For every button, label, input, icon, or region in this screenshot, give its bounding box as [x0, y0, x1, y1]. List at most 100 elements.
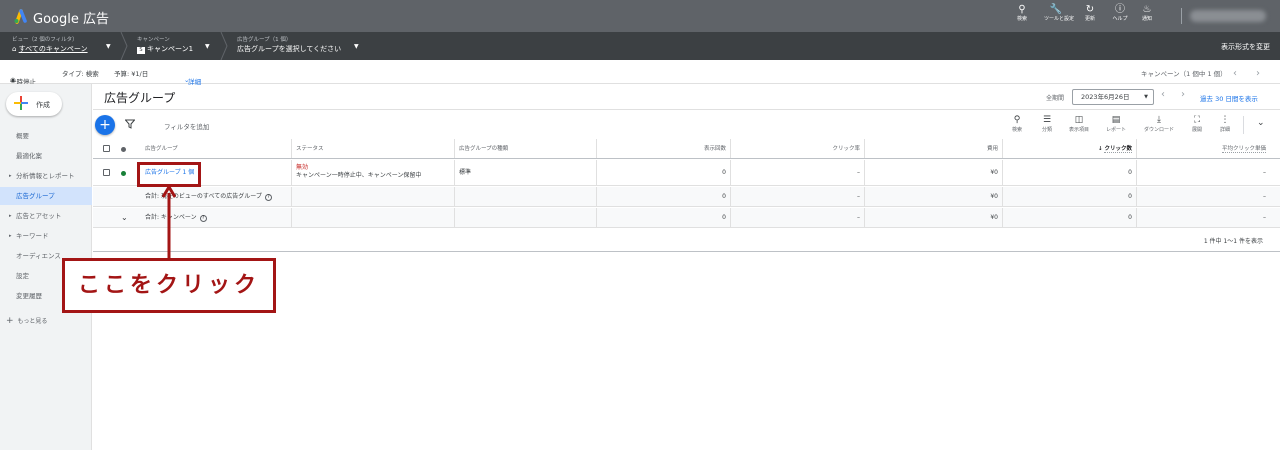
date-preset-link[interactable]: 過去 30 日間を表示	[1200, 93, 1258, 103]
date-next-icon[interactable]: ›	[1181, 89, 1185, 100]
table-bottom-border	[93, 251, 1280, 252]
add-adgroup-button[interactable]: +	[95, 115, 115, 135]
sidebar-item-label: キーワード	[16, 232, 49, 240]
expand-arrow-icon: ▸	[9, 233, 12, 239]
view-dropdown-caret[interactable]: ▼	[106, 43, 111, 50]
header-cost[interactable]: 費用	[864, 139, 1002, 158]
help-icon[interactable]: ?	[264, 194, 272, 201]
segment-icon: ☰	[1042, 115, 1052, 125]
topbar-divider	[1181, 8, 1182, 24]
create-button[interactable]: 作成	[6, 92, 62, 116]
highlight-box	[137, 162, 201, 187]
top-refresh-button[interactable]: ↻ 更新	[1078, 4, 1102, 22]
top-tools-label: ツールと設定	[1044, 16, 1075, 22]
impressions-cell: 0	[596, 160, 730, 185]
breadcrumb-view-caption: ビュー（2 個のフィルタ）	[12, 37, 78, 43]
account-info-blurred[interactable]	[1190, 10, 1266, 22]
details-toggle[interactable]: ⌄ 詳細	[184, 68, 201, 86]
sidebar-item-label: オーディエンス	[16, 252, 61, 260]
row-select	[93, 160, 137, 185]
sidebar-item-overview[interactable]: 概要	[0, 127, 92, 145]
sidebar-item-recommendations[interactable]: 最適化案	[0, 147, 92, 165]
top-refresh-label: 更新	[1084, 16, 1095, 22]
total-impressions-cell: 0	[596, 187, 730, 206]
total-impressions-cell: 0	[596, 208, 730, 227]
header-avg-cpc[interactable]: 平均クリック単価	[1136, 139, 1270, 158]
adgroup-dropdown-caret[interactable]: ▼	[354, 43, 359, 50]
help-icon: ⓘ	[1115, 4, 1125, 15]
tool-more-label: 詳細	[1219, 127, 1230, 133]
filter-icon[interactable]	[125, 119, 135, 129]
tool-search-label: 検索	[1011, 127, 1022, 133]
sidebar-item-ads-assets[interactable]: ▸ 広告とアセット	[0, 207, 92, 225]
tool-segment-button[interactable]: ☰ 分類	[1032, 114, 1062, 133]
total-cost-cell: ¥0	[864, 187, 1002, 206]
top-search-button[interactable]: ⚲ 検索	[1010, 4, 1034, 22]
header-ctr[interactable]: クリック率	[730, 139, 864, 158]
select-all-checkbox[interactable]	[103, 145, 110, 152]
next-campaign-icon[interactable]: ›	[1256, 68, 1260, 79]
top-notifications-button[interactable]: ♨ 通知	[1135, 4, 1159, 22]
total-row-campaign: ⌄ 合計: キャンペーン? 0 – ¥0 0 –	[93, 208, 1280, 228]
tool-download-button[interactable]: ⤓ ダウンロード	[1144, 114, 1174, 133]
breadcrumb-campaign[interactable]: キャンペーン S キャンペーン1	[137, 36, 193, 55]
total-avg-cpc-cell: –	[1136, 187, 1270, 206]
top-tools-button[interactable]: 🔧 ツールと設定	[1044, 4, 1075, 22]
top-help-button[interactable]: ⓘ ヘルプ	[1108, 4, 1132, 22]
header-clicks[interactable]: ↓ クリック数	[1002, 139, 1136, 158]
tool-report-label: レポート	[1105, 127, 1126, 133]
header-adgroup[interactable]: 広告グループ	[141, 139, 291, 158]
total-clicks-cell: 0	[1002, 187, 1136, 206]
tool-search-button[interactable]: ⚲ 検索	[1002, 114, 1032, 133]
breadcrumb-view[interactable]: ビュー（2 個のフィルタ） ⌂ すべてのキャンペーン	[12, 36, 88, 55]
collapse-chevron-icon[interactable]: ⌄	[1257, 118, 1265, 128]
sidebar-item-adgroups[interactable]: 広告グループ	[0, 187, 92, 205]
breadcrumb-adgroup[interactable]: 広告グループ（1 個） 広告グループを選択してください	[237, 36, 341, 55]
tool-report-button[interactable]: ▤ レポート	[1101, 114, 1131, 133]
tool-expand-button[interactable]: ⛶ 展開	[1182, 114, 1212, 133]
show-more-label: もっと見る	[17, 318, 48, 325]
date-range-picker[interactable]: 2023年6月26日 ▼	[1072, 89, 1154, 105]
add-filter-input[interactable]: フィルタを追加	[164, 121, 209, 131]
clicks-cell: 0	[1002, 160, 1136, 185]
prev-campaign-icon[interactable]: ‹	[1233, 68, 1237, 79]
more-icon: ⋮	[1220, 115, 1230, 125]
status-enabled-icon[interactable]	[121, 171, 126, 176]
expand-totals-icon[interactable]: ⌄	[93, 208, 141, 227]
search-icon: ⚲	[1013, 115, 1021, 125]
breadcrumb-view-label: すべてのキャンペーン	[18, 45, 88, 53]
row-checkbox[interactable]	[103, 169, 110, 176]
tool-more-button[interactable]: ⋮ 詳細	[1210, 114, 1240, 133]
total-type-cell	[454, 187, 596, 206]
table-row: 広告グループ 1 個 無効 キャンペーン一時停止中、キャンペーン保留中 標準 0…	[93, 160, 1280, 186]
status-dot-icon	[121, 147, 126, 152]
campaign-dropdown-caret[interactable]: ▼	[205, 43, 210, 50]
refresh-icon: ↻	[1085, 4, 1095, 15]
create-label: 作成	[36, 101, 50, 109]
change-view-mode-link[interactable]: 表示形式を変更	[1221, 42, 1270, 52]
sidebar-item-insights[interactable]: ▸ 分析情報とレポート	[0, 167, 92, 185]
date-prev-icon[interactable]: ‹	[1161, 89, 1165, 100]
breadcrumb-chevron-icon	[120, 32, 128, 60]
help-icon[interactable]: ?	[199, 215, 207, 222]
tool-columns-button[interactable]: ◫ 表示項目	[1064, 114, 1094, 133]
tools-icon: 🔧	[1049, 4, 1063, 15]
search-campaign-icon: S	[137, 47, 145, 54]
divider	[93, 109, 1280, 110]
expand-icon: ⛶	[1193, 115, 1201, 125]
header-type[interactable]: 広告グループの種類	[454, 139, 596, 158]
date-range-value: 2023年6月26日	[1081, 93, 1130, 101]
annotation-callout-text: ここをクリック	[77, 273, 260, 298]
date-range-label: 全期間	[1046, 95, 1065, 102]
sidebar-item-keywords[interactable]: ▸ キーワード	[0, 227, 92, 245]
tool-expand-label: 展開	[1191, 127, 1202, 133]
google-ads-logo[interactable]	[12, 8, 28, 24]
brand-name: Google 広告	[33, 12, 109, 27]
total-clicks-cell: 0	[1002, 208, 1136, 227]
header-status[interactable]: ステータス	[291, 139, 454, 158]
plus-icon: +	[6, 316, 14, 326]
header-impressions[interactable]: 表示回数	[596, 139, 730, 158]
show-more-button[interactable]: + もっと見る	[6, 316, 47, 326]
campaign-info-bar: ◉ 一時停止 タイプ: 検索 予算: ¥1/日 ⌄ 詳細 キャンペーン（1 個中…	[0, 60, 1280, 86]
sidebar-item-label: 最適化案	[16, 152, 42, 160]
